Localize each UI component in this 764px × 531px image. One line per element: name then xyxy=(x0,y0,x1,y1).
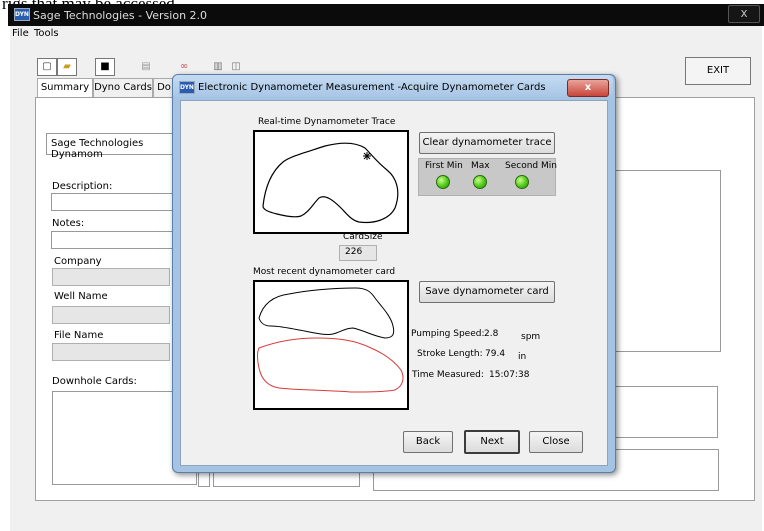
dialog-close-button[interactable]: x xyxy=(567,79,609,97)
company-field xyxy=(52,268,170,286)
recent-card-plot xyxy=(253,280,409,410)
settings-icon[interactable]: ▤ xyxy=(136,58,156,76)
main-window-title: Sage Technologies - Version 2.0 xyxy=(33,9,208,22)
description-label: Description: xyxy=(52,181,113,192)
dialog-title: Electronic Dynamometer Measurement -Acqu… xyxy=(198,82,546,93)
header-field-value: Sage Technologies Dynamom xyxy=(51,138,144,160)
cursor-crosshair-icon xyxy=(363,152,371,160)
cardsize-field: 226 xyxy=(339,245,377,261)
tab-dyno-cards[interactable]: Dyno Cards xyxy=(93,78,153,97)
menu-bar: File Tools xyxy=(10,26,762,44)
close-button[interactable]: Close xyxy=(529,431,583,453)
realtime-trace-plot xyxy=(253,130,409,234)
time-measured-value: 15:07:38 xyxy=(489,370,530,380)
pumping-speed-label: Pumping Speed: xyxy=(411,329,485,339)
new-icon[interactable]: ▢ xyxy=(37,58,57,76)
stroke-length-value: 79.4 xyxy=(485,349,506,359)
open-icon[interactable]: ▰ xyxy=(57,58,77,76)
first-min-label: First Min xyxy=(425,161,463,171)
main-close-button[interactable]: x xyxy=(728,5,760,23)
realtime-trace-svg xyxy=(262,142,399,224)
recent-card-svg xyxy=(257,287,404,393)
dyno-icon[interactable]: ■ xyxy=(95,58,115,76)
downhole-card-line xyxy=(257,337,404,393)
recent-card-label: Most recent dynamometer card xyxy=(253,267,396,277)
stroke-length-label: Stroke Length: xyxy=(417,349,483,359)
file-name-field xyxy=(52,343,170,361)
realtime-trace-line xyxy=(262,142,399,224)
company-label: Company xyxy=(54,256,102,267)
next-button[interactable]: Next xyxy=(464,430,520,454)
description-field[interactable] xyxy=(51,193,177,211)
menu-file[interactable]: File xyxy=(12,28,29,39)
dialog-icon: DYN xyxy=(179,81,195,94)
well-name-label: Well Name xyxy=(54,291,108,302)
file-name-label: File Name xyxy=(54,330,104,341)
app-icon: DYN xyxy=(14,8,30,21)
pumping-speed-unit: spm xyxy=(521,332,541,342)
second-min-label: Second Min xyxy=(505,161,557,171)
cardsize-value: 226 xyxy=(345,247,363,257)
second-min-led-icon xyxy=(515,175,529,189)
tab-summary[interactable]: Summary xyxy=(37,78,93,97)
save-card-button[interactable]: Save dynamometer card xyxy=(419,281,555,303)
stroke-length-unit: in xyxy=(518,352,527,362)
exit-button[interactable]: EXIT xyxy=(685,57,751,85)
clear-trace-button[interactable]: Clear dynamometer trace xyxy=(419,132,555,154)
header-field[interactable]: Sage Technologies Dynamom xyxy=(46,133,176,160)
menu-tools[interactable]: Tools xyxy=(34,28,59,39)
cardsize-label: CardSize xyxy=(343,232,383,242)
surface-card-line xyxy=(258,287,395,339)
notes-field[interactable] xyxy=(51,231,177,249)
downhole-cards-label: Downhole Cards: xyxy=(52,376,137,387)
max-label: Max xyxy=(471,161,490,171)
first-min-led-icon xyxy=(436,175,450,189)
max-led-icon xyxy=(473,175,487,189)
notes-label: Notes: xyxy=(52,218,85,229)
well-name-field xyxy=(52,306,170,324)
pumping-speed-value: 2.8 xyxy=(484,329,499,339)
realtime-trace-label: Real-time Dynamometer Trace xyxy=(258,117,396,127)
back-button[interactable]: Back xyxy=(403,431,453,453)
time-measured-label: Time Measured: xyxy=(412,370,484,380)
